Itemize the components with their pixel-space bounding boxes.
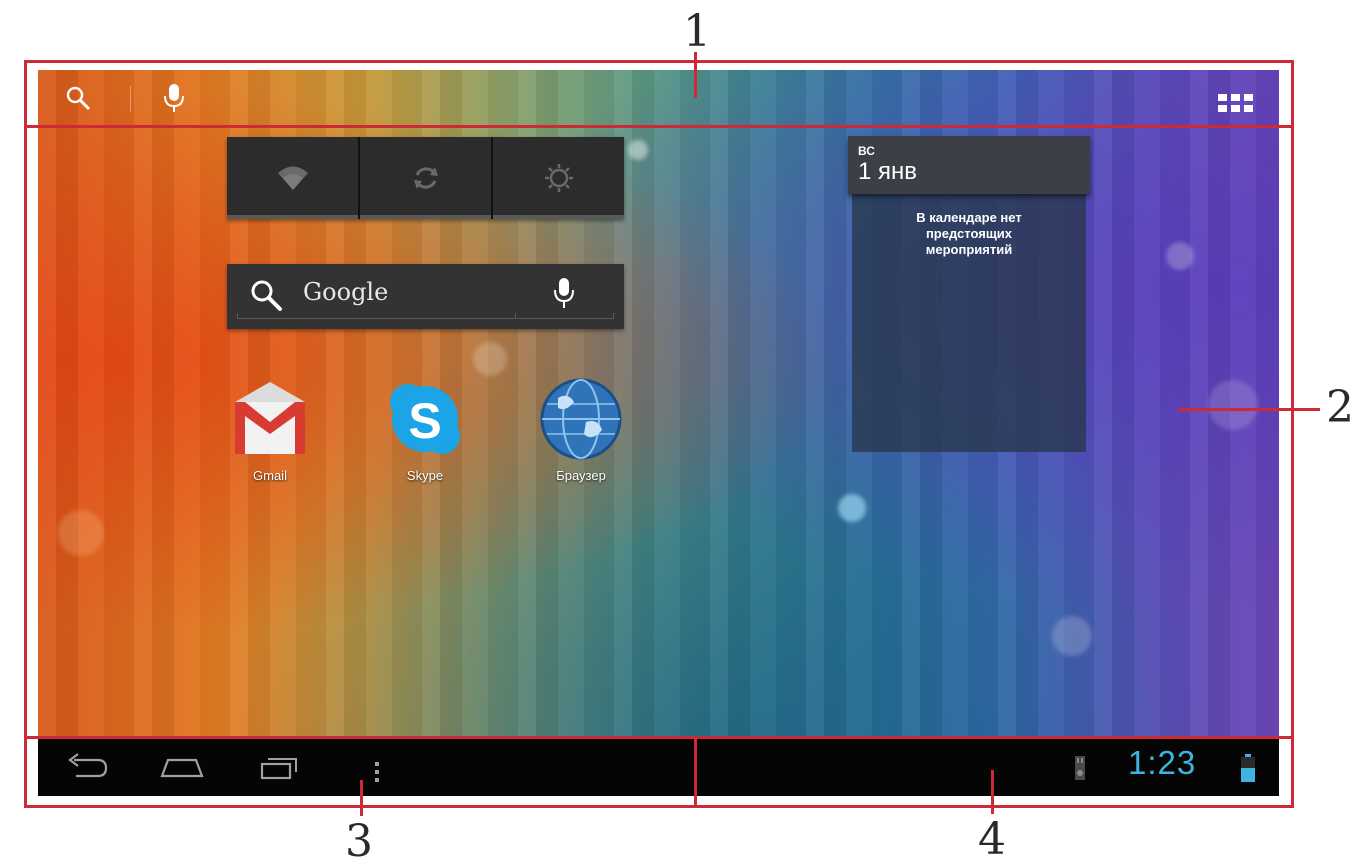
annotation-outer-frame [24,60,1294,808]
callout-4: 4 [978,814,1006,863]
annotation-bottom-divider [24,736,1294,739]
annotation-top-divider [24,125,1294,128]
annotation-split-3-4 [694,736,697,808]
annotation-pointer-3 [360,780,363,816]
callout-1: 1 [683,6,711,57]
callout-2: 2 [1326,382,1354,433]
callout-3: 3 [345,816,373,863]
annotation-pointer-1 [694,52,697,98]
annotation-pointer-2 [1178,408,1320,411]
annotation-pointer-4 [991,770,994,814]
